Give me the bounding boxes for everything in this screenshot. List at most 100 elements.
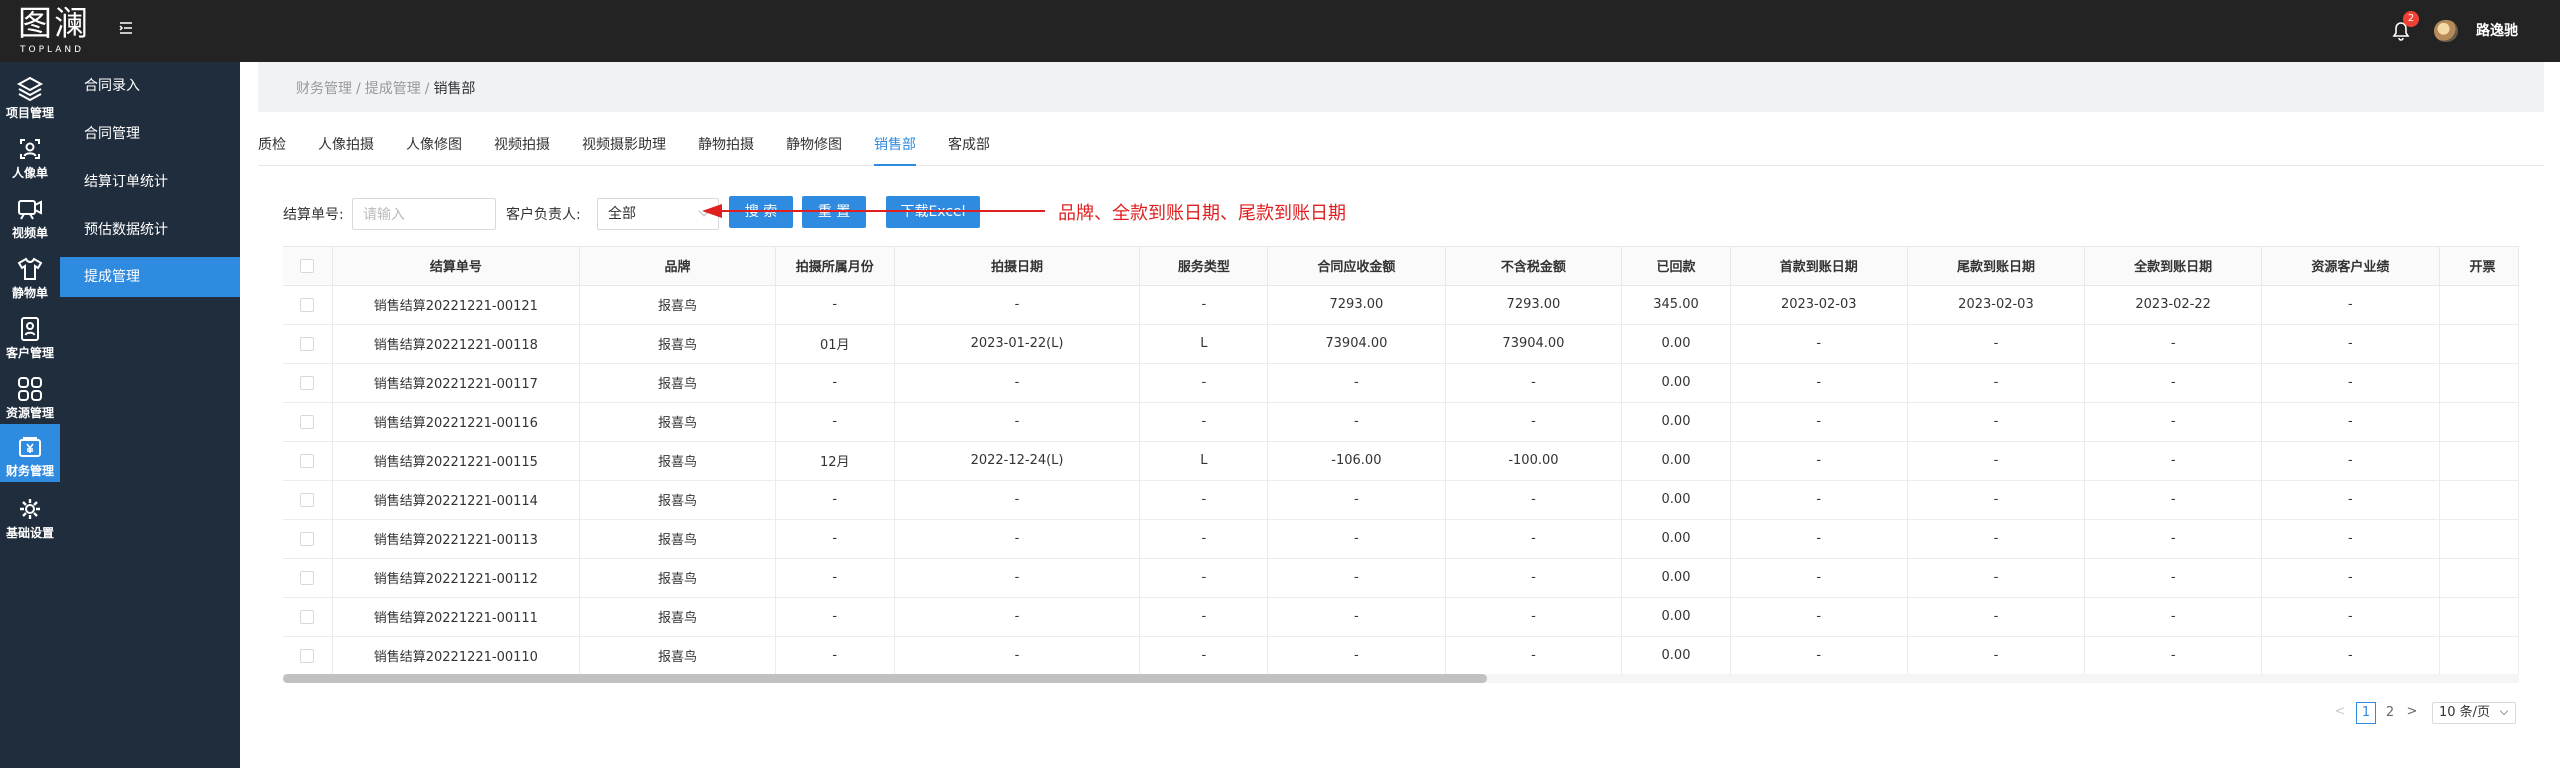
column-header: 全款到账日期 xyxy=(2084,247,2263,286)
checkbox[interactable] xyxy=(300,258,315,273)
checkbox[interactable] xyxy=(300,648,315,663)
row-select-cell[interactable] xyxy=(283,636,333,674)
nav-customer-management[interactable]: 客户管理 xyxy=(0,306,60,364)
row-select-cell[interactable] xyxy=(283,441,333,481)
breadcrumb-item[interactable]: 提成管理 xyxy=(365,81,421,97)
page-2-button[interactable]: 2 xyxy=(2380,702,2400,724)
row-select-cell[interactable] xyxy=(283,402,333,442)
table-cell: - xyxy=(1267,597,1446,637)
row-select-cell[interactable] xyxy=(283,285,333,325)
table-cell: - xyxy=(894,480,1141,520)
checkbox[interactable] xyxy=(300,414,315,429)
tab-video-shoot[interactable]: 视频拍摄 xyxy=(494,134,550,166)
table-row[interactable]: 销售结算20221221-00118 报喜鸟 01月 2023-01-22(L) L 73… xyxy=(283,324,2519,364)
table-row[interactable]: 销售结算20221221-00113 报喜鸟 - - - - -0.00- - - - xyxy=(283,519,2519,559)
table-row[interactable]: 销售结算20221221-00117 报喜鸟 - - - - -0.00- - - - xyxy=(283,363,2519,403)
app-logo[interactable]: 图澜 TOPLAND xyxy=(18,4,92,58)
table-row[interactable]: 销售结算20221221-00115 报喜鸟 12月 2022-12-24(L) L -1… xyxy=(283,441,2519,481)
table-row[interactable]: 销售结算20221221-00114 报喜鸟 - - - - -0.00- - - - xyxy=(283,480,2519,520)
nav-basic-settings[interactable]: 基础设置 xyxy=(0,486,60,544)
table-row[interactable]: 销售结算20221221-00111 报喜鸟 - - - - -0.00- - - - xyxy=(283,597,2519,637)
avatar[interactable] xyxy=(2434,20,2458,42)
menu-toggle-icon[interactable] xyxy=(118,20,134,36)
row-select-cell[interactable] xyxy=(283,363,333,403)
table-cell: -106.00 xyxy=(1267,441,1446,481)
page-size-select[interactable]: 10 条/页 xyxy=(2432,702,2516,724)
header-select-all[interactable] xyxy=(283,247,333,286)
checkbox[interactable] xyxy=(300,336,315,351)
table-cell: - xyxy=(1445,597,1623,637)
column-header: 拍摄日期 xyxy=(894,247,1141,286)
annotation-note: 品牌、全款到账日期、尾款到账日期 xyxy=(1058,203,1346,224)
submenu-item-contract-entry[interactable]: 合同录入 xyxy=(60,66,240,106)
table-cell: 销售结算20221221-00112 xyxy=(332,558,581,598)
tab-customer-success[interactable]: 客成部 xyxy=(948,134,990,166)
tab-still-retouch[interactable]: 静物修图 xyxy=(786,134,842,166)
checkbox[interactable] xyxy=(300,453,315,468)
tab-sales[interactable]: 销售部 xyxy=(874,134,916,166)
table-cell: - xyxy=(894,285,1141,325)
nav-project-management[interactable]: 项目管理 xyxy=(0,66,60,124)
table-row[interactable]: 销售结算20221221-00110 报喜鸟 - - - - -0.00- - - - xyxy=(283,636,2519,674)
checkbox[interactable] xyxy=(300,609,315,624)
checkbox[interactable] xyxy=(300,297,315,312)
nav-finance-management[interactable]: 财务管理 xyxy=(0,424,60,482)
nav-video-orders[interactable]: 视频单 xyxy=(0,186,60,244)
page-1-button[interactable]: 1 xyxy=(2356,702,2376,724)
row-select-cell[interactable] xyxy=(283,324,333,364)
nav-portrait-orders[interactable]: 人像单 xyxy=(0,126,60,184)
table-cell: - xyxy=(775,597,895,637)
table-cell: - xyxy=(2084,324,2263,364)
table-cell: - xyxy=(1267,558,1446,598)
checkbox[interactable] xyxy=(300,531,315,546)
table-cell: 报喜鸟 xyxy=(579,402,776,442)
checkbox[interactable] xyxy=(300,375,315,390)
nav-still-orders[interactable]: 静物单 xyxy=(0,246,60,304)
table-cell xyxy=(2439,558,2519,598)
table-cell: 0.00 xyxy=(1621,636,1731,674)
row-select-cell[interactable] xyxy=(283,480,333,520)
username[interactable]: 路逸驰 xyxy=(2476,20,2518,40)
row-select-cell[interactable] xyxy=(283,519,333,559)
scrollbar-thumb[interactable] xyxy=(283,674,1487,683)
video-icon xyxy=(18,200,42,220)
table-cell: - xyxy=(2084,480,2263,520)
table-cell: 7293.00 xyxy=(1445,285,1623,325)
breadcrumb-item[interactable]: 财务管理 xyxy=(296,81,352,97)
table-cell: 2023-01-22(L) xyxy=(894,324,1141,364)
nav-resource-management[interactable]: 资源管理 xyxy=(0,366,60,424)
checkbox[interactable] xyxy=(300,570,315,585)
table-row[interactable]: 销售结算20221221-00116 报喜鸟 - - - - -0.00- - - - xyxy=(283,402,2519,442)
tab-portrait-shoot[interactable]: 人像拍摄 xyxy=(318,134,374,166)
table-cell: - xyxy=(1139,285,1269,325)
table-cell: - xyxy=(775,480,895,520)
row-select-cell[interactable] xyxy=(283,558,333,598)
table-cell: - xyxy=(894,363,1141,403)
nav-label: 静物单 xyxy=(11,286,48,300)
nav-label: 人像单 xyxy=(11,166,48,180)
submenu-item-contract-management[interactable]: 合同管理 xyxy=(60,114,240,154)
table-cell: - xyxy=(2084,441,2263,481)
table-cell: - xyxy=(2261,519,2440,559)
order-number-input[interactable] xyxy=(352,198,496,230)
prev-page-button[interactable]: < xyxy=(2334,702,2346,724)
submenu-item-settlement-stats[interactable]: 结算订单统计 xyxy=(60,162,240,202)
settlement-table: 结算单号 品牌 拍摄所属月份 拍摄日期 服务类型 合同应收金额 不含税金额 已回… xyxy=(283,246,2519,674)
table-cell: - xyxy=(1730,636,1908,674)
table-cell: 2022-12-24(L) xyxy=(894,441,1141,481)
nav-label: 项目管理 xyxy=(5,106,54,120)
tab-video-assistant[interactable]: 视频摄影助理 xyxy=(582,134,666,166)
logo-text: 图澜 xyxy=(18,4,90,44)
row-select-cell[interactable] xyxy=(283,597,333,637)
table-row[interactable]: 销售结算20221221-00112 报喜鸟 - - - - -0.00- - - - xyxy=(283,558,2519,598)
table-row[interactable]: 销售结算20221221-00121 报喜鸟 - - -7293.00 7293.00 34… xyxy=(283,285,2519,325)
next-page-button[interactable]: > xyxy=(2406,702,2418,724)
table-cell: - xyxy=(775,402,895,442)
checkbox[interactable] xyxy=(300,492,315,507)
submenu-item-commission-management[interactable]: 提成管理 xyxy=(60,257,240,297)
tab-portrait-retouch[interactable]: 人像修图 xyxy=(406,134,462,166)
submenu-item-estimate-stats[interactable]: 预估数据统计 xyxy=(60,210,240,250)
table-cell: - xyxy=(775,519,895,559)
tab-quality-check[interactable]: 质检 xyxy=(258,134,286,166)
tab-still-shoot[interactable]: 静物拍摄 xyxy=(698,134,754,166)
